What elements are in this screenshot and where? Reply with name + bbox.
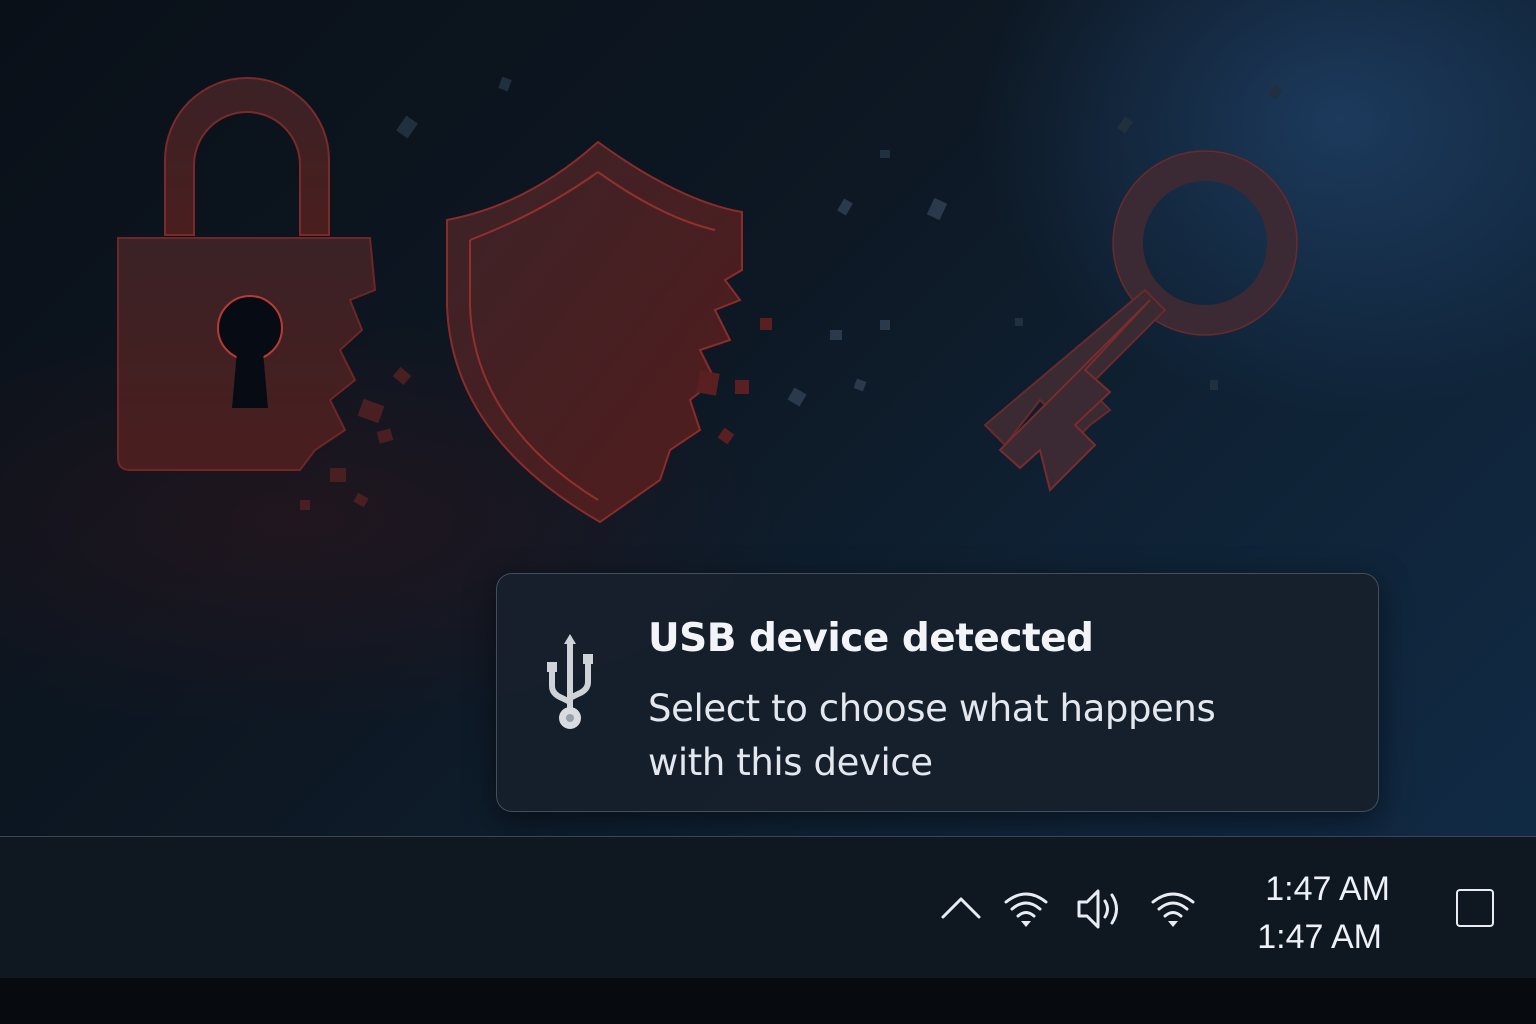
shield-icon xyxy=(446,140,948,524)
toast-title: USB device detected xyxy=(648,616,1094,661)
clock-date[interactable]: 1:47 AM xyxy=(1257,918,1382,957)
clock-time[interactable]: 1:47 AM xyxy=(1265,870,1390,909)
screen-bottom-edge xyxy=(0,978,1536,1024)
notification-center-button[interactable] xyxy=(1456,889,1494,927)
toast-body: Select to choose what happens with this … xyxy=(648,687,1216,784)
key-icon xyxy=(983,150,1298,492)
chevron-up-icon[interactable] xyxy=(940,892,982,922)
network-wifi-icon[interactable] xyxy=(1150,888,1196,930)
usb-icon xyxy=(547,634,593,729)
padlock-icon xyxy=(117,77,412,510)
speaker-icon[interactable] xyxy=(1076,886,1126,932)
wifi-icon[interactable] xyxy=(1003,888,1049,930)
